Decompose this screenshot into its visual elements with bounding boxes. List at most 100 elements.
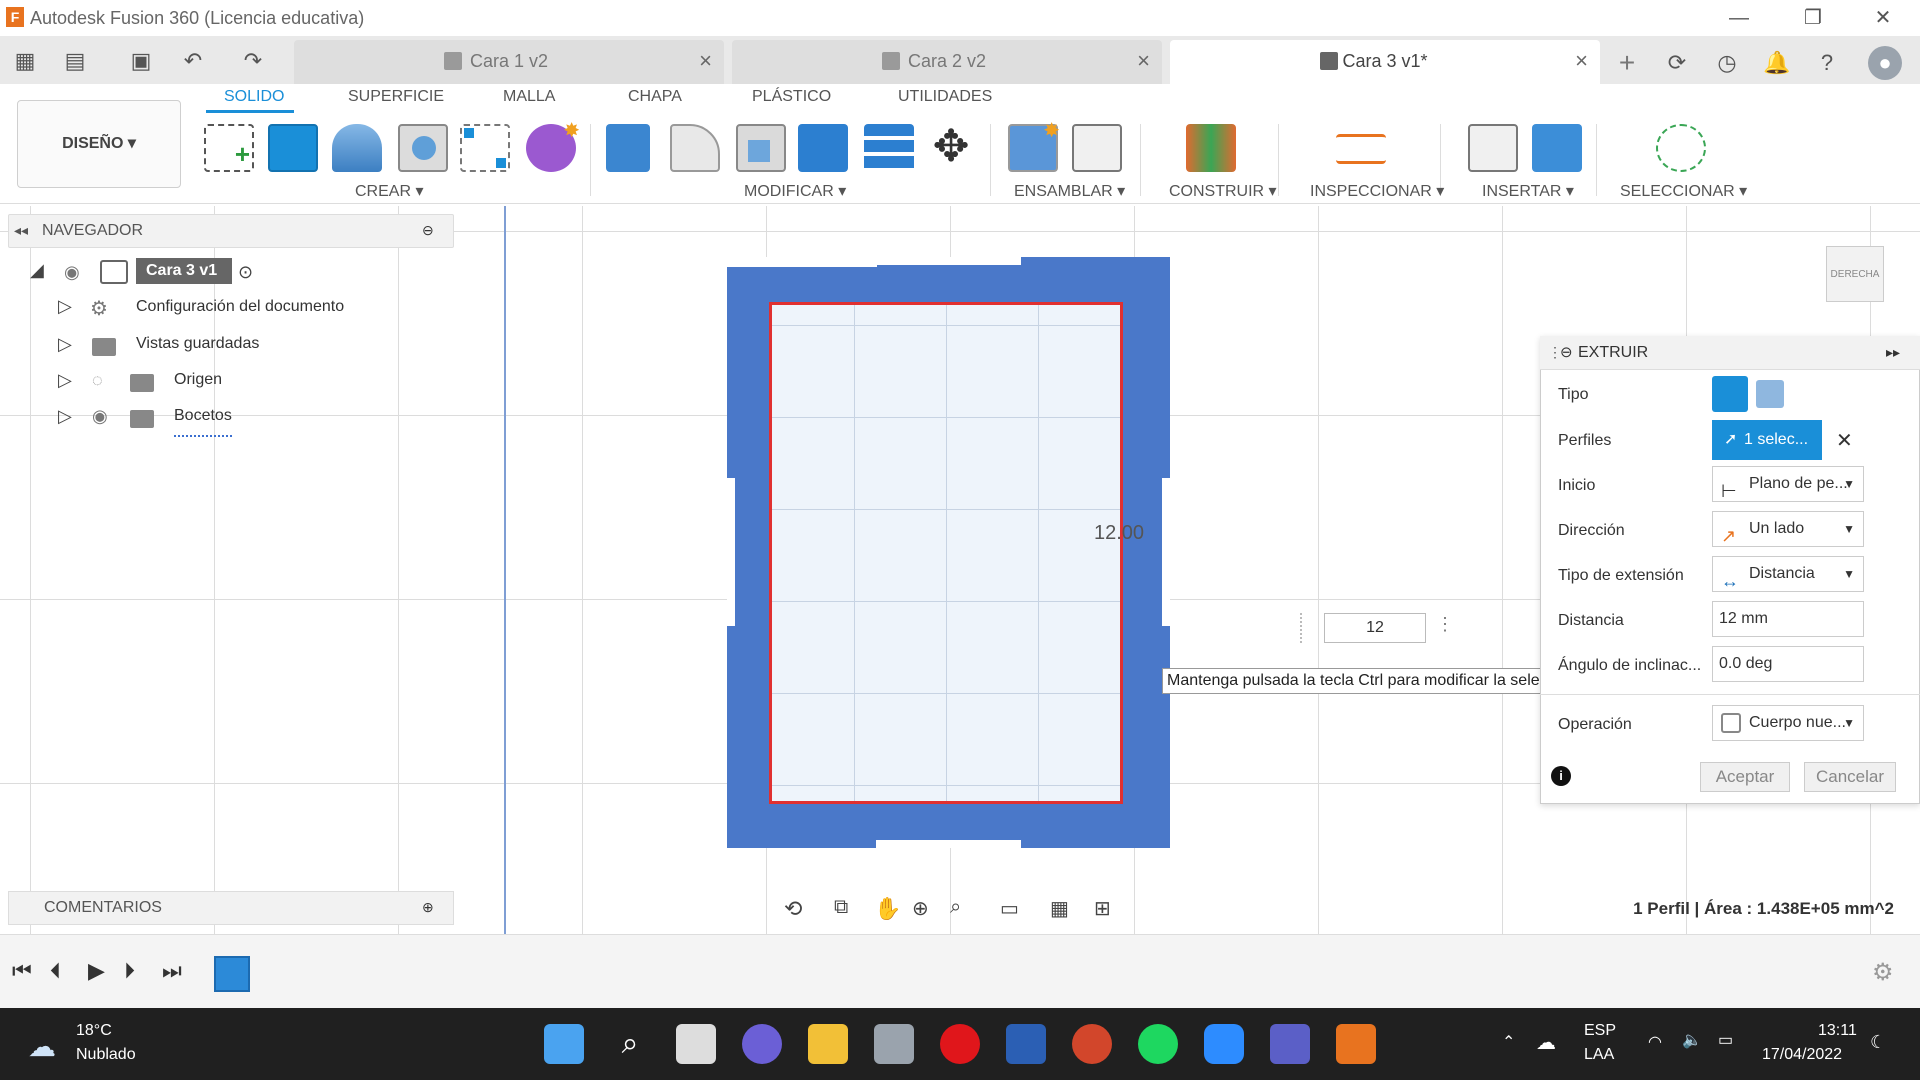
hole-icon[interactable]	[398, 124, 448, 172]
fusion-taskbar-icon[interactable]	[1336, 1024, 1376, 1064]
go-to-end-icon[interactable]: ⏭	[162, 958, 182, 984]
file-menu-icon[interactable]: ▤	[58, 46, 92, 76]
tab-utilidades[interactable]: UTILIDADES	[898, 88, 992, 106]
powerpoint-icon[interactable]	[1072, 1024, 1112, 1064]
expand-panel-icon[interactable]: ▸▸	[1886, 344, 1900, 361]
joint-icon[interactable]	[1072, 124, 1122, 172]
search-icon[interactable]: ⌕	[610, 1024, 650, 1064]
display-settings-icon[interactable]: ▭	[1000, 896, 1019, 921]
expand-icon[interactable]: ▷	[58, 370, 72, 391]
start-icon[interactable]	[544, 1024, 584, 1064]
undo-icon[interactable]: ↶	[176, 46, 210, 76]
move-icon[interactable]: ✥	[926, 124, 976, 172]
viewports-icon[interactable]: ⊞	[1094, 896, 1111, 921]
tab-solido[interactable]: SOLIDO	[224, 88, 284, 106]
expand-icon[interactable]: ▷	[58, 334, 72, 355]
fit-icon[interactable]: ⌕	[950, 896, 961, 919]
save-icon[interactable]: ▣	[124, 46, 158, 76]
add-comment-icon[interactable]: ⊕	[422, 899, 434, 916]
close-tab-icon[interactable]: ×	[1575, 48, 1588, 74]
word-icon[interactable]	[1006, 1024, 1046, 1064]
distance-field[interactable]: 12 mm	[1712, 601, 1864, 637]
group-seleccionar[interactable]: SELECCIONAR ▾	[1620, 181, 1747, 201]
press-pull-icon[interactable]	[606, 124, 650, 172]
accept-button[interactable]: Aceptar	[1700, 762, 1790, 792]
calculator-icon[interactable]	[874, 1024, 914, 1064]
go-to-start-icon[interactable]: ⏮	[12, 958, 32, 984]
close-tab-icon[interactable]: ×	[699, 48, 712, 74]
create-sketch-icon[interactable]: +	[204, 124, 254, 172]
tab-chapa[interactable]: CHAPA	[628, 88, 682, 106]
combine-icon[interactable]	[798, 124, 848, 172]
insert-derive-icon[interactable]	[1468, 124, 1518, 172]
do-not-disturb-icon[interactable]: ☾	[1870, 1032, 1886, 1053]
restore-button[interactable]: ❐	[1790, 2, 1836, 34]
hidden-eye-icon[interactable]: ◌	[92, 370, 103, 391]
expand-icon[interactable]: ▷	[58, 406, 72, 427]
new-component-icon[interactable]: ✸	[1008, 120, 1060, 172]
zoom-app-icon[interactable]	[1204, 1024, 1244, 1064]
pattern-icon[interactable]	[460, 124, 510, 172]
selected-profile[interactable]	[769, 302, 1123, 804]
redo-icon[interactable]: ↷	[236, 46, 270, 76]
clear-selection-icon[interactable]: ✕	[1836, 428, 1853, 453]
group-crear[interactable]: CREAR ▾	[355, 181, 423, 201]
teams-icon[interactable]	[1270, 1024, 1310, 1064]
language-secondary[interactable]: LAA	[1584, 1046, 1614, 1064]
form-icon[interactable]: ✸	[526, 120, 580, 172]
direction-select[interactable]: ↗ Un lado ▼	[1712, 511, 1864, 547]
split-body-icon[interactable]	[864, 124, 914, 172]
tab-malla[interactable]: MALLA	[503, 88, 555, 106]
visibility-icon[interactable]: ◉	[64, 262, 80, 283]
tab-cara-3[interactable]: Cara 3 v1* ×	[1170, 40, 1600, 84]
profiles-select-button[interactable]: ➚ 1 selec...	[1712, 420, 1822, 460]
pan-icon[interactable]: ✋	[874, 896, 901, 922]
tab-cara-1[interactable]: Cara 1 v2 ×	[294, 40, 724, 84]
help-icon[interactable]: ?	[1810, 46, 1844, 80]
measure-icon[interactable]	[1336, 134, 1386, 164]
nav-item-config[interactable]: Configuración del documento	[136, 298, 344, 328]
nav-item-bocetos[interactable]: Bocetos	[174, 407, 232, 437]
show-hidden-icons[interactable]: ⌃	[1502, 1032, 1515, 1052]
minimize-button[interactable]: —	[1716, 2, 1762, 34]
grid-icon[interactable]: ▦	[1050, 896, 1069, 921]
avatar[interactable]: ●	[1868, 46, 1902, 80]
tab-plastico[interactable]: PLÁSTICO	[752, 88, 831, 106]
timeline-sketch-marker[interactable]	[214, 956, 250, 992]
shell-icon[interactable]	[736, 124, 786, 172]
step-back-icon[interactable]: ⏴	[50, 958, 61, 984]
cancel-button[interactable]: Cancelar	[1804, 762, 1896, 792]
group-ensamblar[interactable]: ENSAMBLAR ▾	[1014, 181, 1125, 201]
collapse-panel-icon[interactable]: ⊖	[1560, 343, 1573, 361]
distance-input[interactable]: 12	[1324, 613, 1426, 643]
clock-time[interactable]: 13:11	[1818, 1022, 1857, 1040]
expand-icon[interactable]: ▷	[58, 296, 72, 317]
minimize-panel-icon[interactable]: ⊖	[422, 222, 434, 239]
expand-root-icon[interactable]: ◢	[30, 260, 44, 281]
offset-plane-icon[interactable]	[1186, 124, 1236, 172]
timeline-settings-icon[interactable]: ⚙	[1872, 958, 1894, 987]
language-primary[interactable]: ESP	[1584, 1022, 1616, 1040]
play-icon[interactable]: ▶	[88, 958, 105, 984]
type-solid-icon[interactable]	[1712, 376, 1748, 412]
drag-handle[interactable]	[1300, 613, 1316, 643]
clock-date[interactable]: 17/04/2022	[1762, 1046, 1842, 1064]
chat-icon[interactable]	[742, 1024, 782, 1064]
wifi-icon[interactable]: ◠	[1648, 1032, 1662, 1052]
info-icon[interactable]: i	[1551, 766, 1571, 786]
group-inspeccionar[interactable]: INSPECCIONAR ▾	[1310, 181, 1444, 201]
close-window-button[interactable]: ✕	[1860, 2, 1906, 34]
file-explorer-icon[interactable]	[808, 1024, 848, 1064]
tab-superficie[interactable]: SUPERFICIE	[348, 88, 444, 106]
job-status-icon[interactable]: ◷	[1710, 46, 1744, 80]
nav-item-origen[interactable]: Origen	[174, 371, 222, 401]
visibility-icon[interactable]: ◉	[92, 406, 108, 427]
volume-icon[interactable]: 🔈	[1682, 1030, 1702, 1050]
more-options-icon[interactable]: ⋮	[1436, 614, 1454, 635]
activate-radio-icon[interactable]: ⊙	[238, 262, 253, 283]
select-icon[interactable]	[1656, 124, 1706, 172]
extrude-icon[interactable]	[268, 124, 318, 172]
taper-angle-field[interactable]: 0.0 deg	[1712, 646, 1864, 682]
operation-select[interactable]: Cuerpo nue... ▼	[1712, 705, 1864, 741]
close-tab-icon[interactable]: ×	[1137, 48, 1150, 74]
